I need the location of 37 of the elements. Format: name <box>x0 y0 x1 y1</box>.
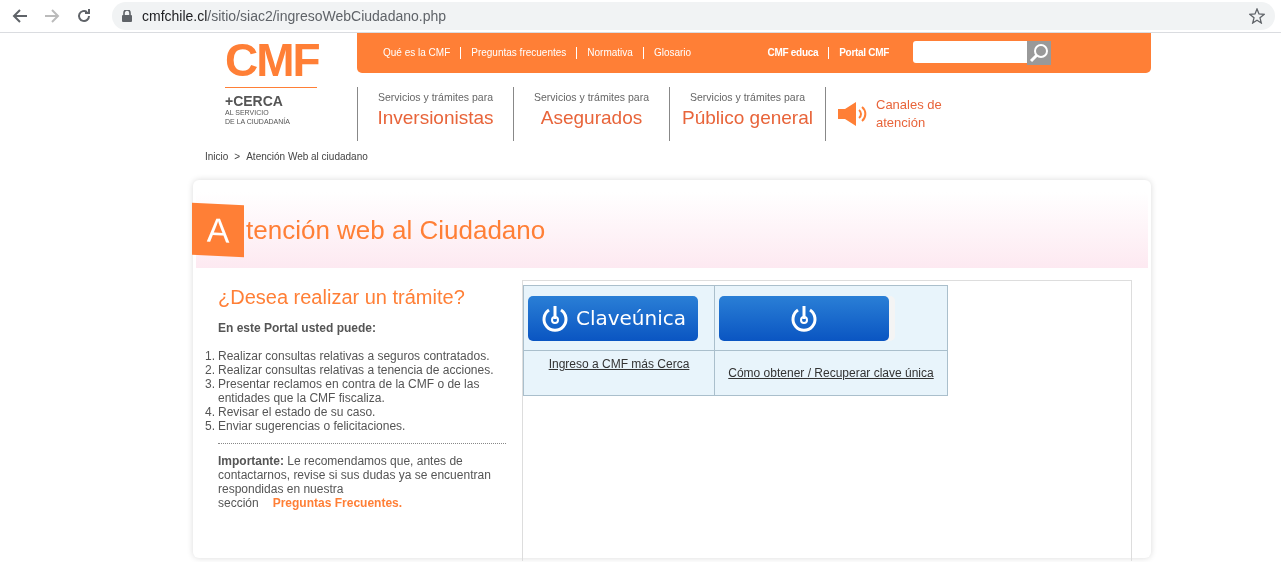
breadcrumb-link[interactable]: Atención Web al ciudadano <box>246 151 368 162</box>
power-icon <box>789 303 819 333</box>
back-arrow-icon <box>12 8 28 24</box>
list-item: Realizar consultas relativas a seguros contratados. <box>218 349 490 363</box>
service-link[interactable]: Servicios y trámites para Público general <box>669 87 825 141</box>
search-field[interactable] <box>913 41 1027 63</box>
speaker-icon <box>838 101 868 127</box>
address-bar[interactable]: cmfchile.cl/sitio/siac2/ingresoWebCiudadano.php <box>112 2 1275 30</box>
title-initial: A <box>192 202 244 258</box>
list-item: Presentar reclamos en contra de la CMF o de las entidades que la CMF fiscaliza. <box>218 377 481 405</box>
breadcrumb-link[interactable]: Inicio <box>205 151 229 162</box>
lock-icon <box>122 10 132 22</box>
list-number: 2. <box>204 363 216 377</box>
list-number: 3. <box>204 377 216 393</box>
list-number: 4. <box>204 405 216 419</box>
search-button[interactable] <box>1027 41 1051 65</box>
page-title: tención web al Ciudadano <box>246 214 546 246</box>
list-number: 5. <box>204 419 216 433</box>
channels-link[interactable]: Canales de atención <box>825 87 958 141</box>
service-link[interactable]: Servicios y trámites para Inversionistas <box>357 87 513 141</box>
url-text: cmfchile.cl/sitio/siac2/ingresoWebCiudadano.php <box>142 8 447 24</box>
breadcrumb-separator: > <box>234 151 241 162</box>
list-number: 1. <box>204 349 216 363</box>
claveunica-button[interactable]: Claveúnica <box>528 295 698 341</box>
login-link[interactable]: Ingreso a CMF más Cerca <box>548 357 690 395</box>
login-link[interactable]: Cómo obtener / Recuperar clave única <box>728 366 934 380</box>
list-item: Realizar consultas relativas a tenencia de acciones. <box>218 363 494 377</box>
reload-icon <box>76 8 92 24</box>
section-heading: ¿Desea realizar un trámite? <box>218 286 466 309</box>
note-paragraph: Importante: Le recomendamos que, antes de contactarnos, revise si sus dudas ya se encuentran respondidas en nuestra sección Preguntas Frecuentes. <box>218 454 492 510</box>
list-item: Revisar el estado de su caso. <box>218 405 376 419</box>
star-icon[interactable] <box>1249 8 1265 24</box>
service-link[interactable]: Servicios y trámites para Asegurados <box>513 87 669 141</box>
forward-arrow-icon <box>44 8 60 24</box>
list-item: Enviar sugerencias o felicitaciones. <box>218 419 406 433</box>
logo-tagline: +CERCA <box>225 94 284 108</box>
section-subheading: En este Portal usted puede: <box>218 321 378 335</box>
